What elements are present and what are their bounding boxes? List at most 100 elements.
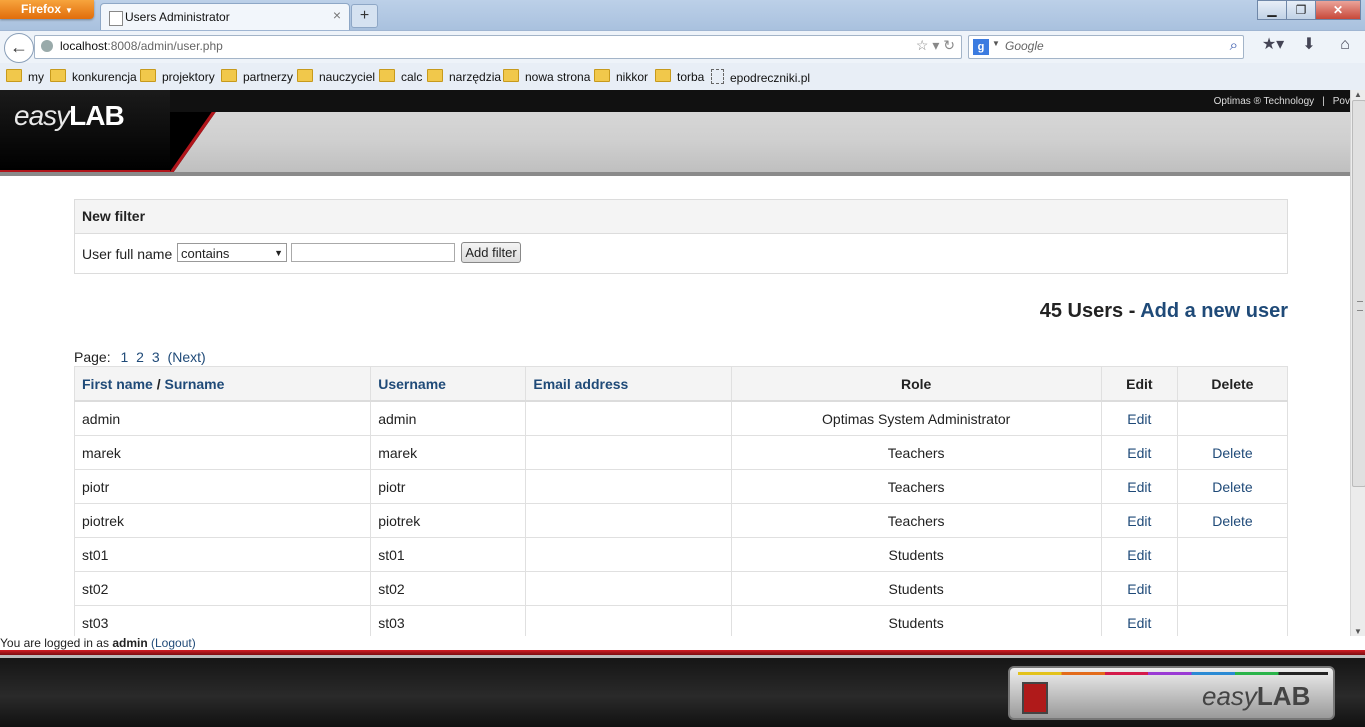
- cell-name: admin: [73, 400, 372, 436]
- star-icon[interactable]: ☆: [916, 37, 929, 53]
- bookmark-folder[interactable]: nauczyciel: [297, 69, 375, 85]
- page-favicon-icon: [109, 11, 123, 26]
- bookmark-folder[interactable]: calc: [379, 69, 422, 85]
- table-row: marek marek Teachers Edit Delete: [73, 435, 1289, 470]
- cell-delete: [1176, 605, 1289, 640]
- cell-delete: Delete: [1176, 435, 1289, 470]
- filter-panel: New filter User full name contains ▼ Add …: [74, 199, 1288, 274]
- tab-title: Users Administrator: [125, 10, 230, 24]
- page-link-3[interactable]: 3: [152, 349, 160, 365]
- pov-link[interactable]: Pov: [1333, 96, 1350, 107]
- dropdown-icon[interactable]: ▾: [932, 37, 939, 53]
- bookmark-folder[interactable]: partnerzy: [221, 69, 293, 85]
- edit-link[interactable]: Edit: [1127, 547, 1151, 563]
- scroll-down-icon[interactable]: ▼: [1354, 627, 1362, 636]
- cell-role: Teachers: [730, 469, 1102, 504]
- page-icon: [711, 69, 724, 84]
- download-icon[interactable]: ⬇: [1291, 34, 1327, 54]
- delete-link[interactable]: Delete: [1212, 513, 1252, 529]
- edit-link[interactable]: Edit: [1127, 615, 1151, 631]
- sort-first-name-link[interactable]: First name: [82, 376, 153, 392]
- page-link-1[interactable]: 1: [120, 349, 128, 365]
- cell-delete: [1176, 400, 1289, 436]
- home-icon[interactable]: ⌂: [1327, 36, 1363, 54]
- tab-close-icon[interactable]: ×: [333, 7, 341, 23]
- delete-link[interactable]: Delete: [1212, 445, 1252, 461]
- sort-surname-link[interactable]: Surname: [164, 376, 224, 392]
- easylab-logo[interactable]: easyLAB: [14, 100, 125, 132]
- filter-title: New filter: [75, 200, 1287, 234]
- bookmark-folder[interactable]: projektory: [140, 69, 215, 85]
- folder-icon: [6, 69, 22, 82]
- toolbar-icons: ★▾ ⬇ ⌂: [1255, 34, 1363, 54]
- login-status: You are logged in as admin (Logout): [0, 636, 1365, 651]
- delete-link[interactable]: Delete: [1212, 479, 1252, 495]
- cell-role: Teachers: [730, 503, 1102, 538]
- color-bars: [1018, 672, 1328, 675]
- sort-username-link[interactable]: Username: [378, 376, 446, 392]
- bookmarks-menu-icon[interactable]: ★▾: [1255, 34, 1291, 54]
- folder-icon: [503, 69, 519, 82]
- book-icon: [1022, 682, 1048, 714]
- reload-icon[interactable]: ↻: [943, 37, 955, 53]
- bookmark-folder[interactable]: my: [6, 69, 44, 85]
- search-icon[interactable]: ⌕: [1230, 37, 1238, 54]
- bookmark-page[interactable]: epodreczniki.pl: [711, 69, 810, 85]
- users-count-heading: 45 Users - Add a new user: [1039, 300, 1288, 322]
- minimize-icon[interactable]: ▁: [1257, 0, 1287, 20]
- cell-username: piotrek: [370, 503, 527, 538]
- window-controls: ▁ ❐ ✕: [1257, 0, 1361, 20]
- search-placeholder: Google: [1005, 39, 1044, 53]
- col-username: Username: [370, 366, 527, 402]
- edit-link[interactable]: Edit: [1127, 479, 1151, 495]
- folder-icon: [221, 69, 237, 82]
- browser-tab[interactable]: Users Administrator ×: [100, 3, 350, 31]
- page-scrollbar[interactable]: ▲ ▼: [1350, 90, 1365, 637]
- logout-link[interactable]: (Logout): [151, 636, 196, 650]
- cell-name: marek: [73, 435, 372, 470]
- edit-link[interactable]: Edit: [1127, 513, 1151, 529]
- cell-role: Students: [730, 537, 1102, 572]
- new-tab-button[interactable]: +: [351, 4, 378, 28]
- footer-logo: easyLAB: [1008, 666, 1335, 720]
- filter-value-input[interactable]: [291, 243, 455, 262]
- restore-icon[interactable]: ❐: [1286, 0, 1316, 20]
- edit-link[interactable]: Edit: [1127, 411, 1151, 427]
- cell-edit: Edit: [1100, 435, 1178, 470]
- close-window-icon[interactable]: ✕: [1315, 0, 1361, 20]
- bookmark-folder[interactable]: narzędzia: [427, 69, 501, 85]
- page-link-2[interactable]: 2: [136, 349, 144, 365]
- url-bar[interactable]: localhost:8008/admin/user.php ☆ ▾ ↻: [34, 35, 962, 59]
- google-icon[interactable]: g: [973, 39, 989, 55]
- filter-operator-select[interactable]: contains ▼: [177, 243, 287, 262]
- cell-delete: Delete: [1176, 469, 1289, 504]
- cell-delete: [1176, 537, 1289, 572]
- edit-link[interactable]: Edit: [1127, 445, 1151, 461]
- bookmark-folder[interactable]: torba: [655, 69, 704, 85]
- pager: Page: 1 2 3 (Next): [74, 349, 206, 365]
- cell-email: [525, 469, 732, 504]
- cell-delete: Delete: [1176, 503, 1289, 538]
- bookmarks-toolbar: my konkurencja projektory partnerzy nauc…: [0, 63, 1365, 91]
- sort-email-link[interactable]: Email address: [533, 376, 628, 392]
- firefox-menu-button[interactable]: Firefox ▼: [0, 0, 94, 19]
- search-bar[interactable]: g ▼ Google ⌕: [968, 35, 1244, 59]
- next-page-link[interactable]: (Next): [168, 349, 206, 365]
- table-row: st02 st02 Students Edit: [73, 571, 1289, 606]
- scroll-up-icon[interactable]: ▲: [1354, 90, 1362, 99]
- scroll-thumb[interactable]: [1352, 100, 1365, 487]
- cell-edit: Edit: [1100, 400, 1178, 436]
- cell-email: [525, 503, 732, 538]
- edit-link[interactable]: Edit: [1127, 581, 1151, 597]
- add-new-user-link[interactable]: Add a new user: [1140, 300, 1288, 322]
- cell-username: st03: [370, 605, 527, 640]
- bookmark-folder[interactable]: konkurencja: [50, 69, 137, 85]
- bookmark-folder[interactable]: nikkor: [594, 69, 648, 85]
- back-button[interactable]: ←: [4, 33, 34, 63]
- cell-username: st02: [370, 571, 527, 606]
- add-filter-button[interactable]: Add filter: [461, 242, 521, 263]
- optimas-link[interactable]: Optimas ® Technology: [1214, 96, 1315, 107]
- bookmark-folder[interactable]: nowa strona: [503, 69, 590, 85]
- engine-dropdown-icon[interactable]: ▼: [992, 39, 1000, 48]
- cell-username: st01: [370, 537, 527, 572]
